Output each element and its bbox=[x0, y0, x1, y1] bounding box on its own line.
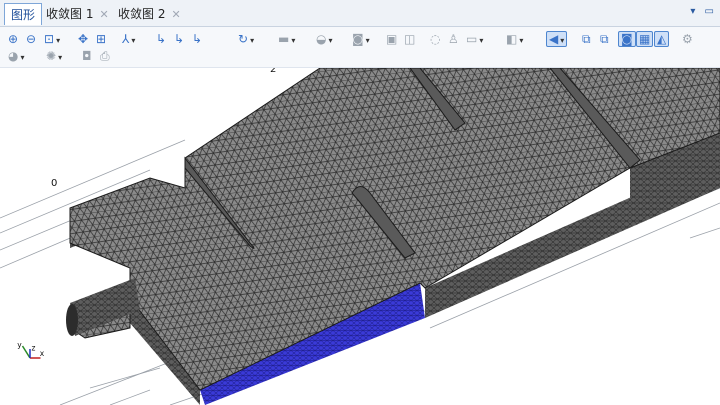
zoom-extents-icon[interactable]: ⊞ bbox=[96, 32, 106, 46]
select-domain-icon[interactable]: ▬ bbox=[278, 32, 295, 46]
hide-icon[interactable]: ◫ bbox=[404, 32, 415, 46]
camera-icon[interactable]: ◘ bbox=[82, 49, 92, 63]
transparency-icon[interactable]: ♙ bbox=[448, 32, 459, 46]
tab-convergence-1[interactable]: 收敛图 1 ✕ bbox=[40, 3, 115, 25]
graphics-viewport[interactable]: 2 0 bbox=[0, 68, 720, 405]
rotate-icon[interactable]: ↻ bbox=[238, 32, 254, 46]
chevron-down-icon[interactable]: ▾ bbox=[690, 6, 695, 17]
view-xy-icon[interactable]: ↳ bbox=[156, 32, 166, 46]
clear-selection-icon[interactable]: ▣ bbox=[386, 32, 397, 46]
axis-x-label: x bbox=[40, 349, 45, 358]
zoom-box-icon[interactable]: ⊡ bbox=[44, 32, 60, 46]
tab-bar: 图形 收敛图 1 ✕ 收敛图 2 ✕ ▾ ▭ bbox=[0, 0, 720, 27]
wireframe-icon[interactable]: ◀ bbox=[546, 31, 568, 47]
grid-icon[interactable]: ⧉ bbox=[600, 32, 609, 46]
settings-icon[interactable]: ⚙ bbox=[682, 32, 693, 46]
tab-graphics[interactable]: 图形 bbox=[4, 3, 43, 25]
axis-triad: y z x bbox=[17, 341, 45, 359]
tab-label: 收敛图 1 bbox=[46, 7, 94, 21]
environment-icon[interactable]: ✺ bbox=[46, 49, 62, 63]
axis-xyz-icon[interactable]: ⅄ bbox=[122, 32, 135, 46]
pan-icon[interactable]: ✥ bbox=[78, 32, 88, 46]
zoom-out-icon[interactable]: ⊖ bbox=[26, 32, 36, 46]
surface-icon[interactable]: ◭ bbox=[654, 31, 670, 47]
graphics-toolbar: ⊕ ⊖ ⊡ ✥ ⊞ ⅄ ↳ ↳ ↳ ↻ ▬ ◒ ◙ ▣ ◫ ◌ ♙ ▭ ◧ ◀ … bbox=[0, 27, 720, 68]
select-edge-icon[interactable]: ◙ bbox=[352, 32, 370, 46]
print-icon[interactable]: ⎙ bbox=[100, 49, 110, 63]
view-zx-icon[interactable]: ↳ bbox=[192, 32, 202, 46]
copy-icon[interactable]: ▭ bbox=[466, 32, 483, 46]
zoom-in-icon[interactable]: ⊕ bbox=[8, 32, 18, 46]
close-icon[interactable]: ✕ bbox=[99, 8, 108, 21]
tick-label-left: 0 bbox=[51, 178, 57, 189]
plot-icon[interactable]: ◙ bbox=[618, 31, 636, 47]
show-icon[interactable]: ◌ bbox=[430, 32, 440, 46]
axis-y-label: y bbox=[17, 341, 22, 350]
scene-light-icon[interactable]: ◧ bbox=[506, 32, 523, 46]
tab-convergence-2[interactable]: 收敛图 2 ✕ bbox=[112, 3, 187, 25]
mesh-scene[interactable]: 2 0 bbox=[0, 68, 720, 405]
close-icon[interactable]: ✕ bbox=[171, 8, 180, 21]
maximize-icon[interactable]: ▭ bbox=[705, 6, 714, 17]
view-yz-icon[interactable]: ↳ bbox=[174, 32, 184, 46]
tab-label: 图形 bbox=[11, 8, 36, 22]
axis-z-label: z bbox=[32, 344, 36, 353]
table-icon[interactable]: ▦ bbox=[636, 31, 654, 47]
tick-label-top: 2 bbox=[270, 68, 276, 75]
tab-label: 收敛图 2 bbox=[118, 7, 166, 21]
tab-menu[interactable]: ▾ ▭ bbox=[690, 6, 714, 17]
render-icon[interactable]: ⧉ bbox=[582, 32, 591, 46]
select-boundary-icon[interactable]: ◒ bbox=[316, 32, 333, 46]
light-icon[interactable]: ◕ bbox=[8, 49, 25, 63]
